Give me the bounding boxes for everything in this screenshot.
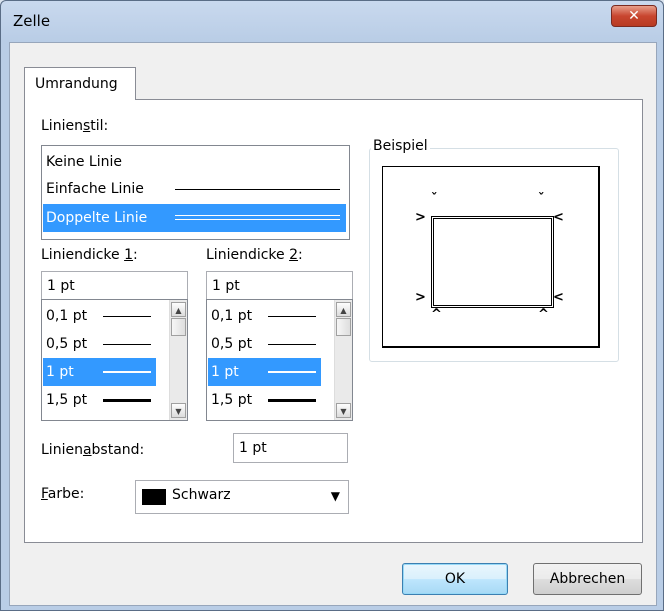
list-item[interactable]: Einfache Linie <box>43 175 346 203</box>
farbe-value: Schwarz <box>172 487 231 503</box>
list-item-selected[interactable]: 1 pt <box>43 358 156 386</box>
dialog-client-area: Umrandung Linienstil: Keine Linie Einfac… <box>9 42 657 606</box>
preview-cell-border <box>431 216 554 308</box>
ok-button[interactable]: OK <box>402 563 508 595</box>
linienabstand-input[interactable]: 1 pt <box>233 433 348 463</box>
list-item[interactable]: 0,5 pt <box>43 330 156 358</box>
scroll-down-icon[interactable]: ▼ <box>336 403 351 418</box>
list-item-selected[interactable]: Doppelte Linie <box>43 204 346 232</box>
scroll-thumb[interactable] <box>171 318 186 336</box>
liniendicke1-listbox[interactable]: 0,1 pt 0,5 pt 1 pt 1,5 pt ▲ ▼ <box>41 299 188 421</box>
single-line-preview <box>175 189 340 190</box>
liniendicke1-input[interactable]: 1 pt <box>41 271 188 301</box>
linienstil-label: Linienstil: <box>41 118 109 134</box>
scroll-down-icon[interactable]: ▼ <box>171 403 186 418</box>
beispiel-label: Beispiel <box>371 138 430 154</box>
list-item[interactable]: Keine Linie <box>43 148 346 176</box>
chevron-down-icon[interactable]: ▼ <box>331 489 340 503</box>
dialog-window: Zelle ✕ Umrandung Linienstil: Keine Lini… <box>0 0 664 611</box>
farbe-label: Farbe: <box>41 486 85 502</box>
liniendicke1-label: Liniendicke 1: <box>41 247 138 263</box>
window-title: Zelle <box>13 12 51 30</box>
list-item[interactable]: 1,5 pt <box>43 386 156 414</box>
list-item[interactable]: 1,5 pt <box>208 386 321 414</box>
liniendicke2-listbox[interactable]: 0,1 pt 0,5 pt 1 pt 1,5 pt ▲ ▼ <box>206 299 353 421</box>
preview-page: ˇ ˇ > < > < ^ ^ <box>382 166 600 348</box>
tab-panel: Linienstil: Keine Linie Einfache Linie D… <box>24 99 643 543</box>
scrollbar[interactable]: ▲ ▼ <box>334 300 352 420</box>
tab-label: Umrandung <box>35 76 118 92</box>
tab-umrandung[interactable]: Umrandung <box>24 67 136 100</box>
list-item-selected[interactable]: 1 pt <box>208 358 321 386</box>
list-item[interactable]: 0,5 pt <box>208 330 321 358</box>
color-swatch <box>142 489 166 505</box>
liniendicke2-label: Liniendicke 2: <box>206 247 303 263</box>
list-item[interactable]: 0,1 pt <box>43 302 156 330</box>
scroll-thumb[interactable] <box>336 318 351 336</box>
list-item[interactable]: 0,1 pt <box>208 302 321 330</box>
scrollbar[interactable]: ▲ ▼ <box>169 300 187 420</box>
title-bar[interactable]: Zelle ✕ <box>1 1 663 43</box>
linienabstand-label: Linienabstand: <box>41 442 145 458</box>
close-icon: ✕ <box>628 8 640 24</box>
farbe-dropdown[interactable]: Schwarz ▼ <box>135 480 349 514</box>
scroll-up-icon[interactable]: ▲ <box>171 302 186 317</box>
double-line-preview <box>175 215 340 220</box>
scroll-up-icon[interactable]: ▲ <box>336 302 351 317</box>
linienstil-listbox[interactable]: Keine Linie Einfache Linie Doppelte Lini… <box>41 145 350 240</box>
cancel-button[interactable]: Abbrechen <box>533 563 642 595</box>
liniendicke2-input[interactable]: 1 pt <box>206 271 353 301</box>
close-button[interactable]: ✕ <box>611 5 657 27</box>
